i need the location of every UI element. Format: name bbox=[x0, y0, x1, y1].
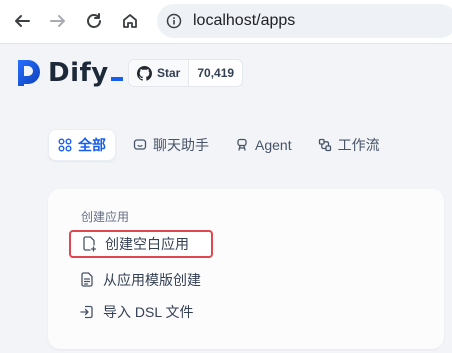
tab-all[interactable]: 全部 bbox=[48, 129, 116, 161]
reload-icon bbox=[87, 13, 101, 28]
create-from-template-button[interactable]: 从应用模版创建 bbox=[69, 266, 211, 294]
tab-label: Agent bbox=[255, 137, 292, 153]
tab-label: 工作流 bbox=[337, 137, 380, 153]
template-icon bbox=[81, 272, 93, 287]
dify-logo-icon bbox=[18, 60, 40, 86]
url-text: localhost/apps bbox=[193, 12, 296, 29]
star-count[interactable]: 70,419 bbox=[189, 60, 242, 86]
github-star-badge[interactable]: Star 70,419 bbox=[128, 59, 244, 87]
dify-logo[interactable]: Dify bbox=[16, 58, 123, 88]
home-button[interactable] bbox=[119, 10, 141, 32]
arrow-right-icon bbox=[50, 15, 65, 27]
item-label: 从应用模版创建 bbox=[103, 272, 201, 288]
tab-label: 全部 bbox=[78, 137, 106, 153]
reload-button[interactable] bbox=[83, 10, 105, 32]
tab-chat-assistant[interactable]: 聊天助手 bbox=[124, 129, 218, 161]
site-info-icon[interactable] bbox=[166, 13, 182, 29]
logo-wordmark: Dify bbox=[48, 58, 123, 88]
tab-agent[interactable]: Agent bbox=[226, 129, 301, 161]
arrow-left-icon bbox=[15, 15, 30, 27]
import-icon bbox=[80, 305, 93, 319]
forward-button[interactable] bbox=[47, 10, 69, 32]
github-star-button[interactable]: Star bbox=[129, 60, 190, 86]
home-icon bbox=[123, 14, 137, 28]
chat-bubble-icon bbox=[133, 139, 147, 150]
tab-label: 聊天助手 bbox=[153, 137, 209, 153]
back-button[interactable] bbox=[11, 10, 33, 32]
github-icon bbox=[137, 65, 152, 81]
app-category-tabs: 全部 聊天助手 Agent 工作流 bbox=[48, 129, 397, 161]
card-title: 创建应用 bbox=[81, 210, 130, 224]
create-app-card: 创建应用 创建空白应用 从应用模版创建 导入 DSL 文件 bbox=[48, 189, 444, 349]
workflow-icon bbox=[318, 138, 331, 152]
star-label: Star bbox=[157, 66, 181, 80]
agent-icon bbox=[237, 138, 247, 151]
item-label: 创建空白应用 bbox=[105, 236, 189, 252]
grid-icon bbox=[58, 138, 72, 152]
item-label: 导入 DSL 文件 bbox=[103, 304, 194, 320]
import-dsl-button[interactable]: 导入 DSL 文件 bbox=[69, 298, 204, 326]
browser-toolbar: localhost/apps bbox=[0, 0, 452, 44]
address-bar[interactable]: localhost/apps bbox=[157, 4, 452, 38]
app-header: Dify Star 70,419 bbox=[0, 44, 452, 104]
file-plus-icon bbox=[83, 236, 97, 252]
create-blank-app-button[interactable]: 创建空白应用 bbox=[69, 230, 213, 258]
tab-workflow[interactable]: 工作流 bbox=[309, 129, 389, 161]
